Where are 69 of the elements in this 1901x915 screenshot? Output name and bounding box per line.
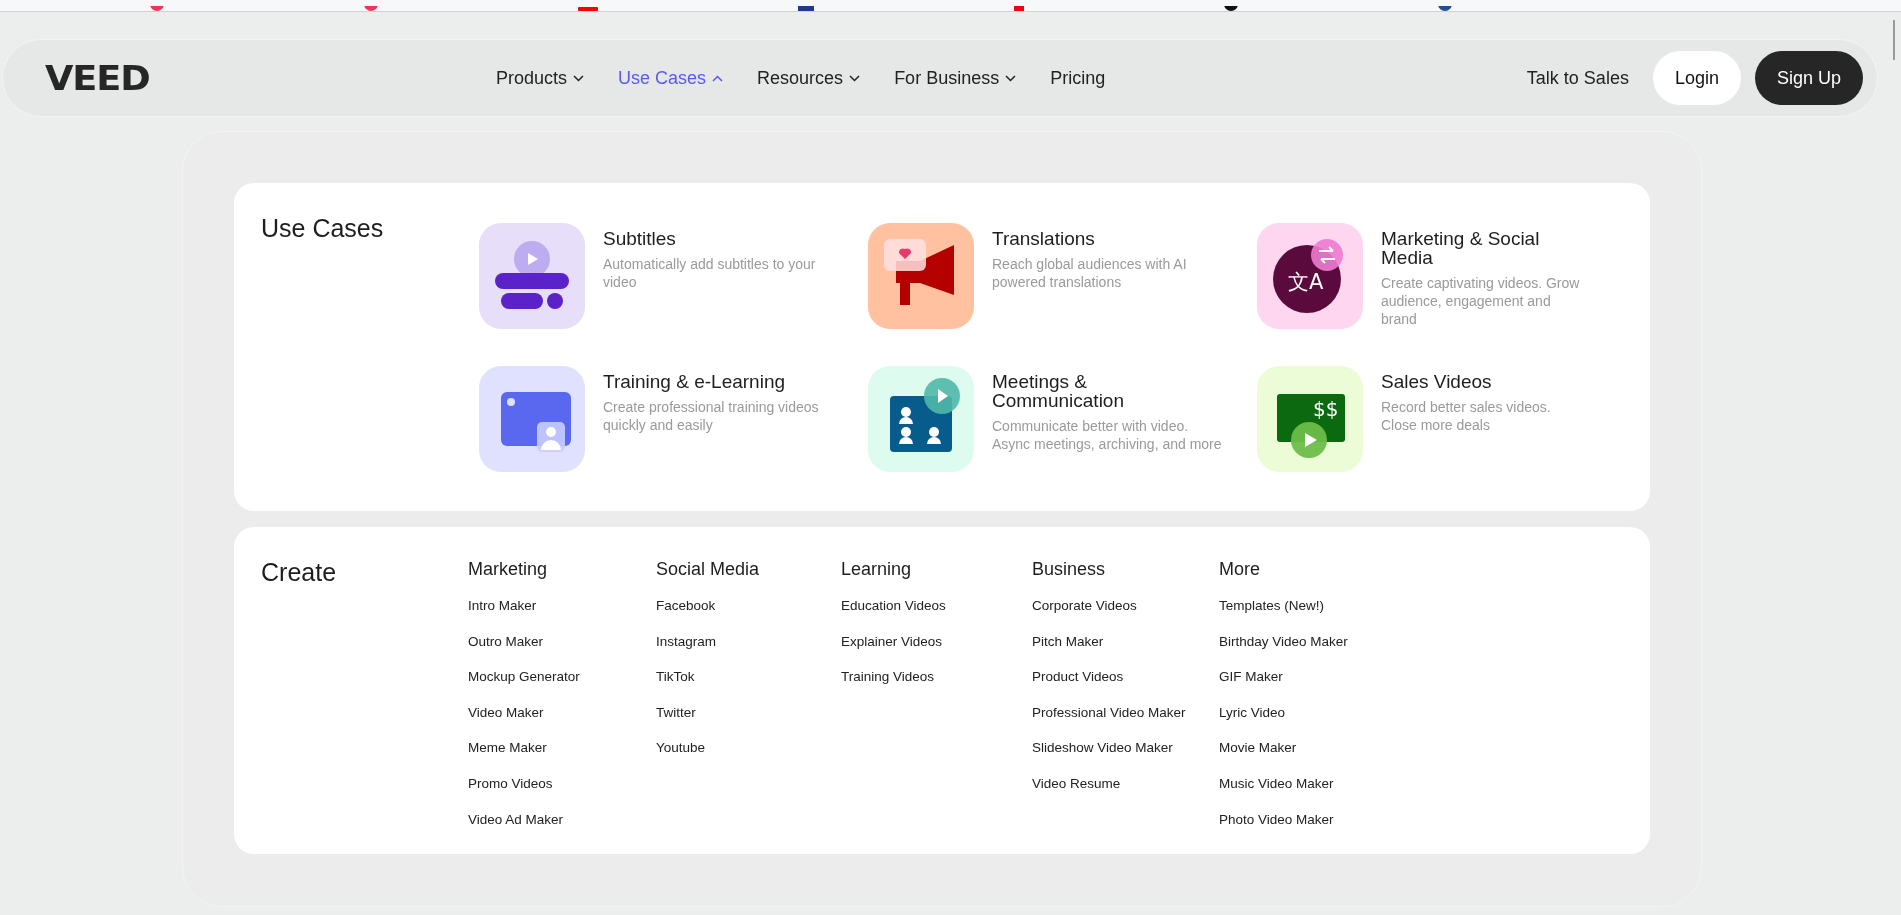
video-window-icon[interactable] bbox=[479, 366, 585, 472]
create-link[interactable]: Outro Maker bbox=[468, 633, 544, 650]
subtitles-icon[interactable] bbox=[479, 223, 585, 329]
column-heading: More bbox=[1219, 558, 1261, 580]
use-case-description: Create captivating videos. Grow audience, engagement and brand bbox=[1381, 274, 1581, 328]
use-case-description: Reach global audiences with AI powered translations bbox=[992, 255, 1188, 291]
create-link[interactable]: Movie Maker bbox=[1219, 740, 1297, 757]
use-case-title[interactable]: Sales Videos bbox=[1381, 372, 1492, 391]
create-link[interactable]: Video Resume bbox=[1032, 775, 1121, 792]
create-link[interactable]: Training Videos bbox=[841, 669, 935, 686]
nav-link[interactable]: Pricing bbox=[1050, 64, 1106, 92]
create-link[interactable]: Education Videos bbox=[841, 598, 946, 614]
use-case-title[interactable]: Marketing & Social Media bbox=[1381, 229, 1581, 267]
column-heading: Social Media bbox=[656, 558, 761, 580]
bookmark-icon[interactable] bbox=[1438, 6, 1452, 11]
column-heading: Learning bbox=[841, 558, 913, 580]
create-link[interactable]: Lyric Video bbox=[1219, 704, 1286, 721]
create-link[interactable]: Facebook bbox=[656, 598, 716, 614]
create-link[interactable]: Instagram bbox=[656, 633, 717, 650]
use-case-description: Automatically add subtitles to your video bbox=[603, 255, 817, 291]
chevron-down-icon bbox=[1005, 74, 1017, 82]
login-button[interactable]: Login bbox=[1652, 51, 1741, 105]
megaphone-icon[interactable] bbox=[868, 223, 974, 329]
create-link[interactable]: Slideshow Video Maker bbox=[1032, 740, 1173, 757]
chevron-down-icon bbox=[573, 74, 585, 82]
column-heading: Business bbox=[1032, 558, 1107, 580]
create-link[interactable]: Photo Video Maker bbox=[1219, 811, 1334, 828]
section-title: Create bbox=[261, 557, 338, 588]
use-case-description: Create professional training videos quickly and easily bbox=[603, 398, 820, 434]
create-link[interactable]: Intro Maker bbox=[468, 598, 537, 614]
create-link[interactable]: TikTok bbox=[656, 669, 695, 686]
use-case-title[interactable]: Translations bbox=[992, 229, 1095, 248]
bookmark-icon[interactable] bbox=[1224, 6, 1238, 11]
use-case-title[interactable]: Training & e-Learning bbox=[603, 372, 785, 391]
logo[interactable]: VEED bbox=[45, 61, 150, 95]
chevron-down-icon bbox=[849, 74, 861, 82]
create-link[interactable]: Meme Maker bbox=[468, 740, 547, 757]
create-link[interactable]: Promo Videos bbox=[468, 775, 553, 792]
create-link[interactable]: GIF Maker bbox=[1219, 669, 1283, 686]
chevron-up-icon bbox=[712, 74, 724, 82]
use-case-title[interactable]: Meetings & Communication bbox=[992, 372, 1192, 410]
create-link[interactable]: Explainer Videos bbox=[841, 633, 943, 650]
use-case-description: Communicate better with video. Async meetings, archiving, and more bbox=[992, 417, 1223, 453]
talk-to-sales-link[interactable]: Talk to Sales bbox=[1526, 64, 1629, 92]
meeting-icon[interactable] bbox=[868, 366, 974, 472]
create-link[interactable]: Professional Video Maker bbox=[1032, 704, 1186, 721]
create-link[interactable]: Youtube bbox=[656, 740, 706, 757]
create-link[interactable]: Product Videos bbox=[1032, 669, 1124, 686]
translate-icon[interactable]: 文A bbox=[1257, 223, 1363, 329]
create-link[interactable]: Video Ad Maker bbox=[468, 811, 564, 828]
create-link[interactable]: Pitch Maker bbox=[1032, 633, 1104, 650]
section-title: Use Cases bbox=[261, 213, 385, 244]
use-case-title[interactable]: Subtitles bbox=[603, 229, 676, 248]
money-video-icon[interactable]: $$ bbox=[1257, 366, 1363, 472]
create-link[interactable]: Corporate Videos bbox=[1032, 598, 1137, 614]
create-link[interactable]: Mockup Generator bbox=[468, 669, 580, 686]
sign-up-button[interactable]: Sign Up bbox=[1754, 51, 1863, 105]
nav-link[interactable]: Resources bbox=[757, 64, 861, 92]
nav-link[interactable]: Products bbox=[496, 64, 585, 92]
create-link[interactable]: Music Video Maker bbox=[1219, 775, 1334, 792]
create-link[interactable]: Video Maker bbox=[468, 704, 544, 721]
create-link[interactable]: Birthday Video Maker bbox=[1219, 633, 1348, 650]
scrollbar-thumb[interactable] bbox=[1893, 20, 1895, 60]
column-heading: Marketing bbox=[468, 558, 549, 580]
create-link[interactable]: Templates (New!) bbox=[1219, 598, 1325, 614]
create-link[interactable]: Twitter bbox=[656, 704, 696, 721]
use-case-description: Record better sales videos. Close more deals bbox=[1381, 398, 1552, 434]
nav-link[interactable]: For Business bbox=[894, 64, 1017, 92]
nav-link[interactable]: Use Cases bbox=[618, 64, 724, 92]
